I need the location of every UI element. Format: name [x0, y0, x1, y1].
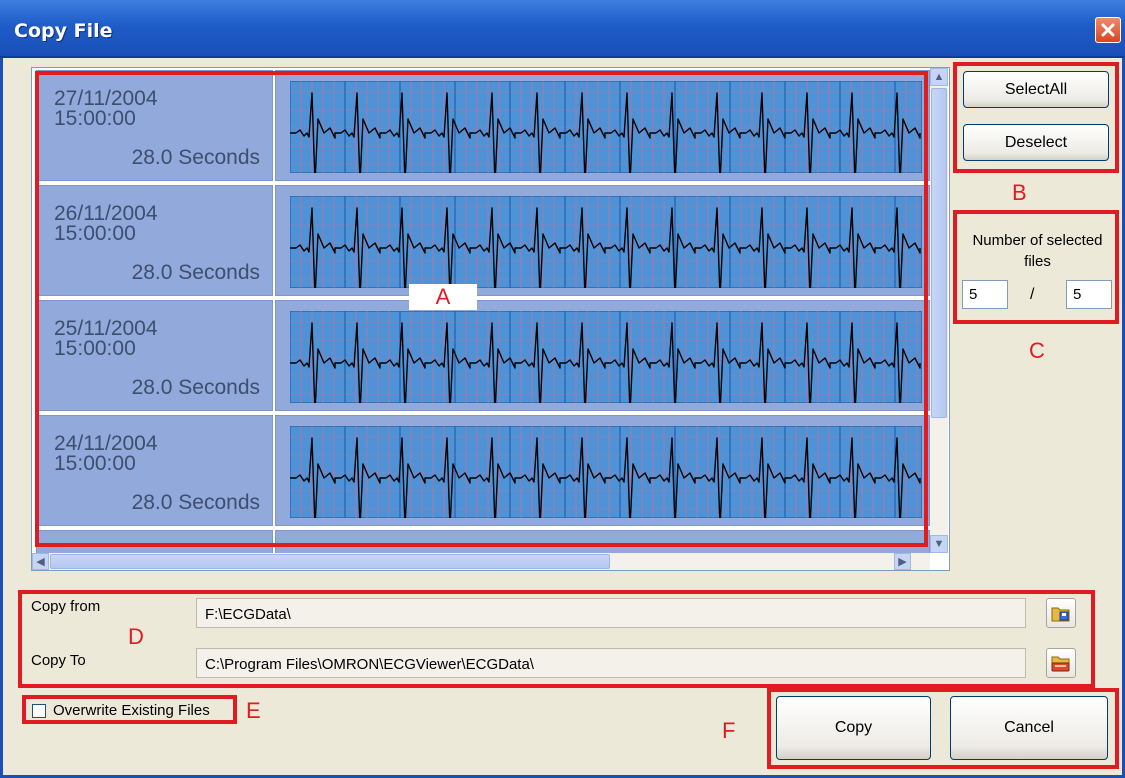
- vertical-scroll-thumb[interactable]: [931, 88, 947, 418]
- annotation-box-b: [953, 62, 1119, 173]
- close-button[interactable]: [1095, 17, 1121, 43]
- window-title: Copy File: [14, 20, 113, 42]
- annotation-label-c: C: [1029, 338, 1045, 363]
- chevron-right-icon: ▶: [898, 556, 907, 568]
- annotation-label-d: D: [128, 624, 144, 649]
- annotation-label-a: A: [409, 284, 477, 310]
- annotation-label-f: F: [722, 718, 736, 743]
- annotation-label-b: B: [1012, 180, 1027, 205]
- horizontal-scrollbar[interactable]: ◀ ▶: [32, 553, 930, 570]
- annotation-label-e: E: [246, 698, 261, 723]
- chevron-up-icon: ▲: [933, 71, 945, 83]
- chevron-left-icon: ◀: [36, 556, 45, 568]
- scroll-down-button[interactable]: ▼: [930, 535, 948, 553]
- chevron-down-icon: ▼: [933, 538, 945, 550]
- scroll-up-button[interactable]: ▲: [930, 68, 948, 86]
- close-icon: [1101, 23, 1115, 37]
- title-bar: Copy File: [0, 0, 1125, 58]
- annotation-box-d: [18, 590, 1095, 688]
- annotation-box-f: [767, 688, 1119, 769]
- annotation-box-e: [22, 695, 237, 724]
- horizontal-scroll-thumb[interactable]: [50, 554, 610, 569]
- scroll-left-button[interactable]: ◀: [32, 553, 49, 570]
- annotation-box-c: [953, 210, 1119, 324]
- annotation-box-a: [35, 71, 928, 547]
- vertical-scrollbar[interactable]: ▲ ▼: [930, 68, 948, 553]
- scroll-right-button[interactable]: ▶: [894, 553, 911, 570]
